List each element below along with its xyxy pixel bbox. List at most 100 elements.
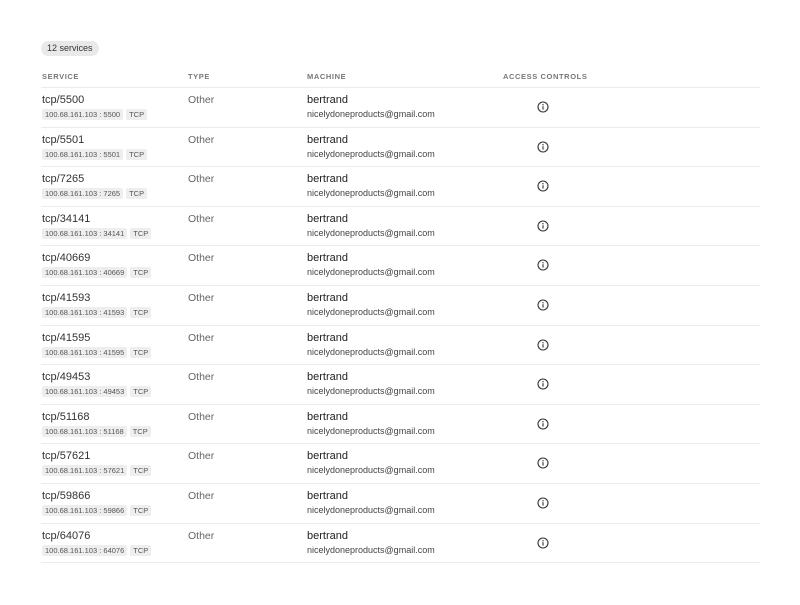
ip-address: 100.68.161.103 bbox=[45, 505, 98, 515]
service-type: Other bbox=[188, 291, 215, 304]
protocol-tag: TCP bbox=[130, 386, 152, 398]
machine-name[interactable]: bertrand bbox=[307, 213, 348, 225]
machine-name[interactable]: bertrand bbox=[307, 252, 348, 264]
service-name[interactable]: tcp/34141 bbox=[42, 213, 90, 225]
service-address: 100.68.161.103 : 57621 TCP bbox=[42, 465, 152, 477]
machine-name[interactable]: bertrand bbox=[307, 292, 348, 304]
machine-owner: nicelydoneproducts@gmail.com bbox=[307, 544, 435, 555]
port: 40669 bbox=[103, 268, 125, 278]
service-address: 100.68.161.103 : 41593 TCP bbox=[42, 306, 152, 318]
table-row[interactable]: tcp/57621 100.68.161.103 : 57621 TCP Oth… bbox=[41, 444, 760, 484]
machine-owner: nicelydoneproducts@gmail.com bbox=[307, 504, 435, 515]
table-row[interactable]: tcp/41593 100.68.161.103 : 41593 TCP Oth… bbox=[41, 286, 760, 326]
ip-address: 100.68.161.103 bbox=[45, 426, 98, 436]
address-tag: 100.68.161.103 : 5501 bbox=[42, 148, 124, 160]
service-name[interactable]: tcp/59866 bbox=[42, 490, 90, 502]
info-icon[interactable] bbox=[537, 179, 549, 192]
table-row[interactable]: tcp/41595 100.68.161.103 : 41595 TCP Oth… bbox=[41, 326, 760, 366]
info-icon[interactable] bbox=[537, 417, 549, 430]
service-address: 100.68.161.103 : 40669 TCP bbox=[42, 267, 152, 279]
machine-owner: nicelydoneproducts@gmail.com bbox=[307, 227, 435, 238]
protocol-tag: TCP bbox=[129, 425, 151, 437]
info-icon[interactable] bbox=[537, 298, 549, 311]
address-tag: 100.68.161.103 : 5500 bbox=[42, 109, 124, 120]
port: 7265 bbox=[103, 189, 121, 199]
machine-owner: nicelydoneproducts@gmail.com bbox=[307, 425, 435, 436]
table-row[interactable]: tcp/49453 100.68.161.103 : 49453 TCP Oth… bbox=[41, 365, 760, 405]
machine-name[interactable]: bertrand bbox=[307, 490, 348, 502]
protocol-tag: TCP bbox=[130, 504, 152, 516]
address-tag: 100.68.161.103 : 40669 bbox=[42, 267, 128, 279]
address-tag: 100.68.161.103 : 34141 bbox=[42, 227, 128, 239]
port: 49453 bbox=[103, 387, 125, 397]
ip-address: 100.68.161.103 bbox=[45, 268, 98, 278]
service-type: Other bbox=[188, 252, 215, 265]
table-row[interactable]: tcp/5500 100.68.161.103 : 5500 TCP Other… bbox=[41, 88, 760, 128]
service-name[interactable]: tcp/40669 bbox=[42, 252, 90, 264]
info-icon[interactable] bbox=[537, 496, 549, 509]
service-address: 100.68.161.103 : 5501 TCP bbox=[42, 148, 148, 160]
ip-address: 100.68.161.103 bbox=[45, 466, 98, 476]
service-address: 100.68.161.103 : 64076 TCP bbox=[42, 544, 152, 556]
port: 59866 bbox=[103, 505, 125, 515]
services-table: SERVICE TYPE MACHINE ACCESS CONTROLS tcp… bbox=[41, 68, 760, 564]
table-row[interactable]: tcp/7265 100.68.161.103 : 7265 TCP Other… bbox=[41, 167, 760, 207]
machine-name[interactable]: bertrand bbox=[307, 173, 348, 185]
info-icon[interactable] bbox=[537, 536, 549, 549]
machine-owner: nicelydoneproducts@gmail.com bbox=[307, 465, 435, 476]
table-row[interactable]: tcp/5501 100.68.161.103 : 5501 TCP Other… bbox=[41, 128, 760, 168]
info-icon[interactable] bbox=[537, 100, 549, 113]
info-icon[interactable] bbox=[537, 140, 549, 153]
service-type: Other bbox=[188, 331, 215, 344]
port: 5501 bbox=[103, 149, 121, 159]
table-row[interactable]: tcp/64076 100.68.161.103 : 64076 TCP Oth… bbox=[41, 524, 760, 564]
table-row[interactable]: tcp/51168 100.68.161.103 : 51168 TCP Oth… bbox=[41, 405, 760, 445]
machine-name[interactable]: bertrand bbox=[307, 530, 348, 542]
service-address: 100.68.161.103 : 34141 TCP bbox=[42, 227, 152, 239]
table-row[interactable]: tcp/40669 100.68.161.103 : 40669 TCP Oth… bbox=[41, 246, 760, 286]
service-name[interactable]: tcp/64076 bbox=[42, 530, 90, 542]
protocol-tag: TCP bbox=[126, 148, 148, 160]
header-type: TYPE bbox=[188, 72, 210, 81]
port: 41593 bbox=[103, 307, 125, 317]
info-icon[interactable] bbox=[537, 338, 549, 351]
port: 41595 bbox=[103, 347, 125, 357]
machine-name[interactable]: bertrand bbox=[307, 332, 348, 344]
protocol-tag: TCP bbox=[130, 227, 152, 239]
service-type: Other bbox=[188, 173, 215, 186]
service-name[interactable]: tcp/41593 bbox=[42, 292, 90, 304]
table-row[interactable]: tcp/34141 100.68.161.103 : 34141 TCP Oth… bbox=[41, 207, 760, 247]
service-name[interactable]: tcp/51168 bbox=[42, 411, 90, 423]
protocol-tag: TCP bbox=[130, 346, 152, 358]
service-address: 100.68.161.103 : 7265 TCP bbox=[42, 188, 148, 200]
service-name[interactable]: tcp/7265 bbox=[42, 173, 84, 185]
address-tag: 100.68.161.103 : 41593 bbox=[42, 306, 128, 318]
machine-name[interactable]: bertrand bbox=[307, 450, 348, 462]
machine-name[interactable]: bertrand bbox=[307, 134, 348, 146]
ip-address: 100.68.161.103 bbox=[45, 387, 98, 397]
address-tag: 100.68.161.103 : 59866 bbox=[42, 504, 128, 516]
machine-name[interactable]: bertrand bbox=[307, 371, 348, 383]
address-tag: 100.68.161.103 : 57621 bbox=[42, 465, 128, 477]
machine-owner: nicelydoneproducts@gmail.com bbox=[307, 109, 435, 119]
machine-name[interactable]: bertrand bbox=[307, 411, 348, 423]
info-icon[interactable] bbox=[537, 258, 549, 271]
service-name[interactable]: tcp/5500 bbox=[42, 94, 84, 106]
port: 5500 bbox=[103, 110, 121, 119]
address-tag: 100.68.161.103 : 7265 bbox=[42, 188, 124, 200]
port: 51168 bbox=[103, 426, 124, 436]
service-name[interactable]: tcp/5501 bbox=[42, 134, 84, 146]
ip-address: 100.68.161.103 bbox=[45, 347, 98, 357]
service-name[interactable]: tcp/57621 bbox=[42, 450, 90, 462]
info-icon[interactable] bbox=[537, 377, 549, 390]
header-service: SERVICE bbox=[42, 72, 79, 81]
machine-name[interactable]: bertrand bbox=[307, 94, 348, 106]
machine-owner: nicelydoneproducts@gmail.com bbox=[307, 306, 435, 317]
info-icon[interactable] bbox=[537, 456, 549, 469]
service-name[interactable]: tcp/41595 bbox=[42, 332, 90, 344]
info-icon[interactable] bbox=[537, 219, 549, 232]
service-type: Other bbox=[188, 410, 215, 423]
protocol-tag: TCP bbox=[130, 544, 152, 556]
service-name[interactable]: tcp/49453 bbox=[42, 371, 90, 383]
table-row[interactable]: tcp/59866 100.68.161.103 : 59866 TCP Oth… bbox=[41, 484, 760, 524]
